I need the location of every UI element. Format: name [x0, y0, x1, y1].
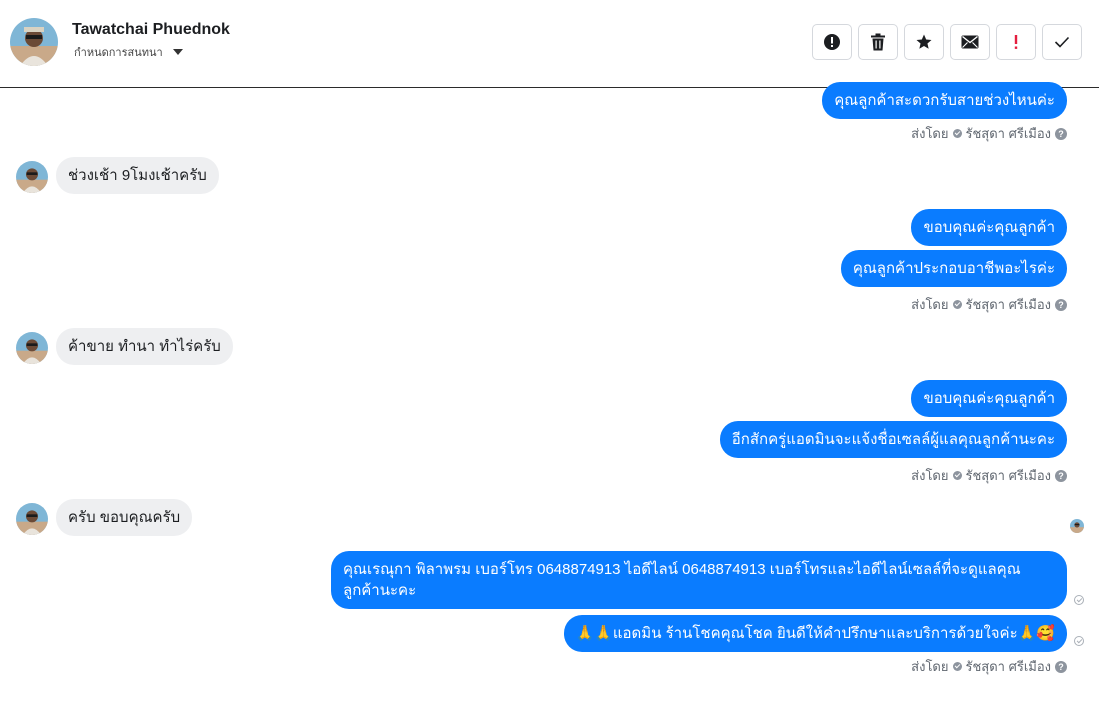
delivered-check-icon: [1074, 636, 1084, 646]
delete-button[interactable]: [858, 24, 898, 60]
verified-icon: [952, 129, 962, 138]
spam-button[interactable]: [812, 24, 852, 60]
conversation-assign-label: กำหนดการสนทนา: [74, 46, 163, 59]
sent-by-label: ส่งโดย: [911, 297, 949, 312]
exclamation-icon: [1014, 35, 1018, 49]
message-outgoing: ขอบคุณค่ะคุณลูกค้า: [911, 380, 1067, 417]
message-thread[interactable]: คุณลูกค้าสะดวกรับสายช่วงไหนค่ะ ส่งโดย รั…: [0, 82, 1099, 708]
message-outgoing: คุณเรณุกา พิลาพรม เบอร์โทร 0648874913 ไอ…: [331, 551, 1067, 609]
sent-by-line: ส่งโดย รัชสุดา ศรีเมือง ?: [911, 123, 1067, 144]
message-outgoing: 🙏🙏แอดมิน ร้านโชคคุณโชค ยินดีให้คำปรึกษาแ…: [563, 615, 1067, 652]
avatar-photo: [10, 18, 58, 66]
sent-by-agent: รัชสุดา ศรีเมือง: [965, 468, 1052, 483]
message-incoming: ค้าขาย ทำนา ทำไร่ครับ: [56, 328, 233, 365]
follow-up-button[interactable]: [996, 24, 1036, 60]
message-outgoing: คุณลูกค้าสะดวกรับสายช่วงไหนค่ะ: [822, 82, 1067, 119]
avatar-photo: [16, 161, 48, 193]
verified-icon: [952, 471, 962, 480]
sent-by-line: ส่งโดย รัชสุดา ศรีเมือง ?: [911, 465, 1067, 486]
conversation-header: Tawatchai Phuednok กำหนดการสนทนา: [0, 0, 1099, 88]
sent-by-label: ส่งโดย: [911, 468, 949, 483]
verified-icon: [952, 662, 962, 671]
contact-name: Tawatchai Phuednok: [72, 21, 230, 38]
message-outgoing: คุณลูกค้าประกอบอาชีพอะไรค่ะ: [840, 250, 1067, 287]
seen-avatar: [1070, 519, 1084, 533]
help-icon[interactable]: ?: [1055, 298, 1067, 311]
caret-down-icon: [172, 49, 183, 55]
help-icon[interactable]: ?: [1055, 660, 1067, 673]
message-outgoing: ขอบคุณค่ะคุณลูกค้า: [911, 209, 1067, 246]
contact-avatar-small: [16, 332, 48, 364]
done-button[interactable]: [1042, 24, 1082, 60]
avatar-photo: [1070, 519, 1084, 533]
avatar-photo: [16, 503, 48, 535]
star-button[interactable]: [904, 24, 944, 60]
check-icon: [1054, 36, 1070, 48]
message-incoming: ครับ ขอบคุณครับ: [56, 499, 193, 536]
conversation-assign-dropdown[interactable]: กำหนดการสนทนา: [74, 43, 183, 61]
sent-by-label: ส่งโดย: [911, 659, 949, 674]
contact-avatar-small: [16, 161, 48, 193]
envelope-icon: [961, 35, 979, 49]
header-actions: [812, 24, 1082, 60]
verified-icon: [952, 300, 962, 309]
avatar-photo: [16, 332, 48, 364]
alert-circle-icon: [824, 34, 840, 50]
sent-by-line: ส่งโดย รัชสุดา ศรีเมือง ?: [911, 294, 1067, 315]
help-icon[interactable]: ?: [1055, 469, 1067, 482]
contact-avatar-small: [16, 503, 48, 535]
sent-by-label: ส่งโดย: [911, 126, 949, 141]
message-outgoing: อีกสักครู่แอดมินจะแจ้งชื่อเซลล์ผู้แลคุณล…: [719, 421, 1067, 458]
trash-icon: [871, 33, 885, 51]
message-incoming: ช่วงเช้า 9โมงเช้าครับ: [56, 157, 219, 194]
sent-by-line: ส่งโดย รัชสุดา ศรีเมือง ?: [911, 656, 1067, 677]
sent-by-agent: รัชสุดา ศรีเมือง: [965, 297, 1052, 312]
sent-by-agent: รัชสุดา ศรีเมือง: [965, 659, 1052, 674]
sent-by-agent: รัชสุดา ศรีเมือง: [965, 126, 1052, 141]
help-icon[interactable]: ?: [1055, 127, 1067, 140]
contact-avatar[interactable]: [10, 18, 58, 66]
star-icon: [916, 34, 932, 49]
delivered-check-icon: [1074, 595, 1084, 605]
mark-unread-button[interactable]: [950, 24, 990, 60]
